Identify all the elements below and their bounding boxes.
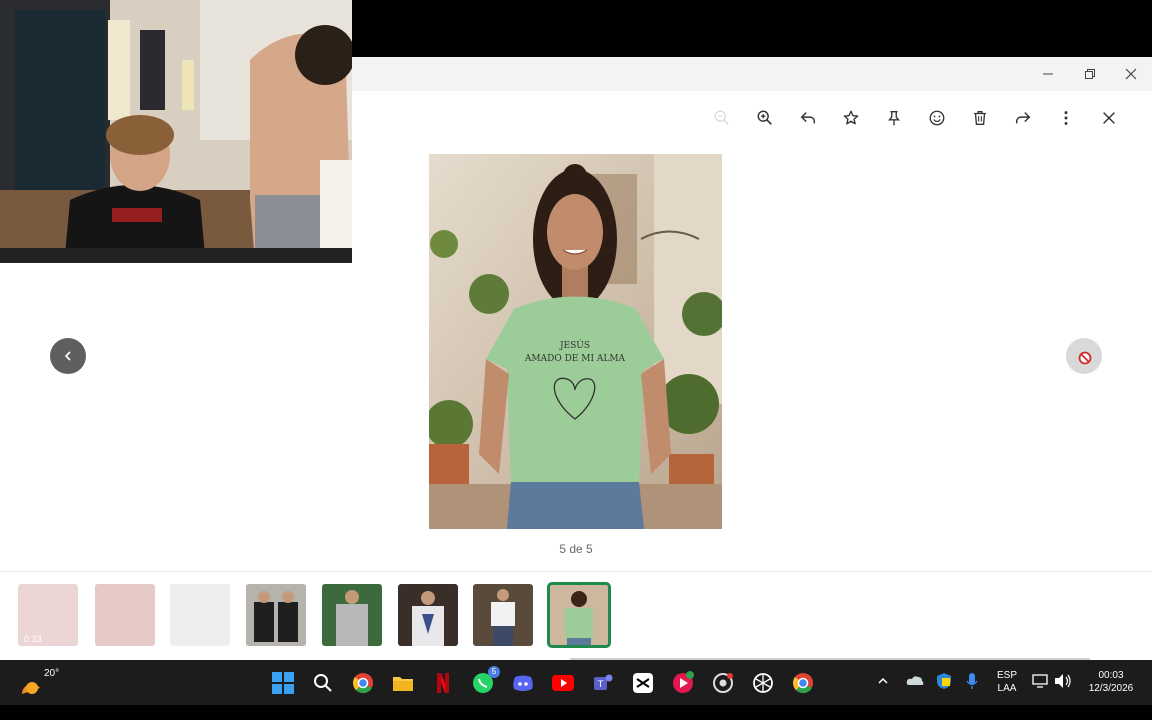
start-button[interactable] <box>264 664 302 702</box>
clock-time: 00:03 <box>1098 670 1124 681</box>
thumbnail[interactable] <box>473 584 533 646</box>
react-button[interactable] <box>915 105 958 131</box>
microphone-icon[interactable] <box>966 672 978 695</box>
video-duration: 0:33 <box>24 634 42 644</box>
minimize-icon <box>1043 73 1053 75</box>
chrome-profile-app[interactable] <box>784 664 822 702</box>
trash-icon <box>973 111 986 125</box>
weather-icon <box>22 682 40 694</box>
chatgpt-app[interactable] <box>744 664 782 702</box>
gear-icon <box>713 673 733 693</box>
viewer-toolbar <box>700 105 1130 131</box>
close-icon <box>1102 112 1115 124</box>
shirt-text-line1: JESÚS <box>559 339 590 351</box>
folder-icon <box>393 677 413 691</box>
weather-widget[interactable]: 20° <box>18 666 60 698</box>
clock-date: 12/3/2026 <box>1088 683 1134 694</box>
shirt-text-line2: AMADO DE MI ALMA <box>524 354 626 364</box>
more-options-button[interactable] <box>1044 105 1087 131</box>
discord-icon <box>513 675 533 691</box>
forward-button[interactable] <box>1001 105 1044 131</box>
main-photo: JESÚS AMADO DE MI ALMA <box>429 154 722 529</box>
not-allowed-icon <box>1078 351 1092 365</box>
windows-icon <box>272 672 294 694</box>
close-viewer-button[interactable] <box>1087 105 1130 131</box>
whatsapp-app[interactable]: 5 <box>464 664 502 702</box>
thumbnail-active[interactable] <box>547 582 611 648</box>
divider <box>0 571 1152 572</box>
onedrive-icon[interactable] <box>906 673 924 692</box>
restore-icon <box>1085 69 1095 79</box>
next-image-button[interactable] <box>1066 338 1102 374</box>
thumbnail[interactable] <box>170 584 230 646</box>
chatgpt-icon <box>753 673 773 693</box>
chevron-left-icon <box>64 351 71 361</box>
file-explorer-app[interactable] <box>384 664 422 702</box>
image-counter: 5 de 5 <box>559 542 593 556</box>
zoom-in-button[interactable] <box>743 105 786 131</box>
thumbnail[interactable] <box>95 584 155 646</box>
close-icon <box>1125 68 1137 80</box>
svg-text:T: T <box>597 680 604 690</box>
thumbnail[interactable] <box>246 584 306 646</box>
thumbnail-strip: 0:33 <box>0 582 1152 648</box>
gear-app[interactable] <box>704 664 742 702</box>
capcut-icon <box>633 673 653 693</box>
more-vertical-icon <box>1064 111 1067 125</box>
star-button[interactable] <box>829 105 872 131</box>
weather-temperature: 20° <box>44 668 60 679</box>
thumbnail[interactable] <box>322 584 382 646</box>
webcam-overlay <box>0 0 352 263</box>
netflix-icon <box>437 673 449 693</box>
zoom-out-button[interactable] <box>700 105 743 131</box>
chrome-icon <box>793 673 813 694</box>
delete-button[interactable] <box>958 105 1001 131</box>
thumbnail-video[interactable]: 0:33 <box>18 584 78 646</box>
teams-app[interactable]: T <box>584 664 622 702</box>
zoom-in-icon <box>757 110 772 125</box>
input-language[interactable]: ESP LAA <box>992 669 1022 695</box>
teams-icon: T <box>594 674 613 690</box>
search-button[interactable] <box>304 664 342 702</box>
red-app[interactable] <box>664 664 702 702</box>
youtube-app[interactable] <box>544 664 582 702</box>
defender-icon[interactable] <box>936 672 952 695</box>
zoom-out-icon <box>714 110 729 125</box>
emoji-icon <box>929 110 944 126</box>
netflix-app[interactable] <box>424 664 462 702</box>
forward-icon <box>1015 112 1030 124</box>
whatsapp-badge: 5 <box>488 666 500 678</box>
restore-button[interactable] <box>1070 61 1110 87</box>
youtube-icon <box>552 675 574 691</box>
star-icon <box>843 110 858 125</box>
red-app-icon <box>673 671 694 693</box>
taskbar: 20° 5 T ESP LAA 00:03 12/3/2026 <box>0 660 1152 705</box>
clock[interactable]: 00:03 12/3/2026 <box>1080 669 1142 695</box>
previous-image-button[interactable] <box>50 338 86 374</box>
keyboard-layout: LAA <box>997 683 1017 694</box>
language-code: ESP <box>996 670 1017 681</box>
reply-icon <box>800 112 815 124</box>
thumbnail[interactable] <box>398 584 458 646</box>
capcut-app[interactable] <box>624 664 662 702</box>
chevron-up-icon[interactable] <box>877 674 889 692</box>
chrome-app[interactable] <box>344 664 382 702</box>
volume-icon[interactable] <box>1054 673 1072 694</box>
window-close-button[interactable] <box>1111 61 1151 87</box>
chrome-icon <box>353 673 373 694</box>
minimize-button[interactable] <box>1028 61 1068 87</box>
pin-icon <box>887 111 900 126</box>
pin-button[interactable] <box>872 105 915 131</box>
search-icon <box>314 674 332 692</box>
discord-app[interactable] <box>504 664 542 702</box>
network-icon[interactable] <box>1032 673 1050 694</box>
reply-button[interactable] <box>786 105 829 131</box>
